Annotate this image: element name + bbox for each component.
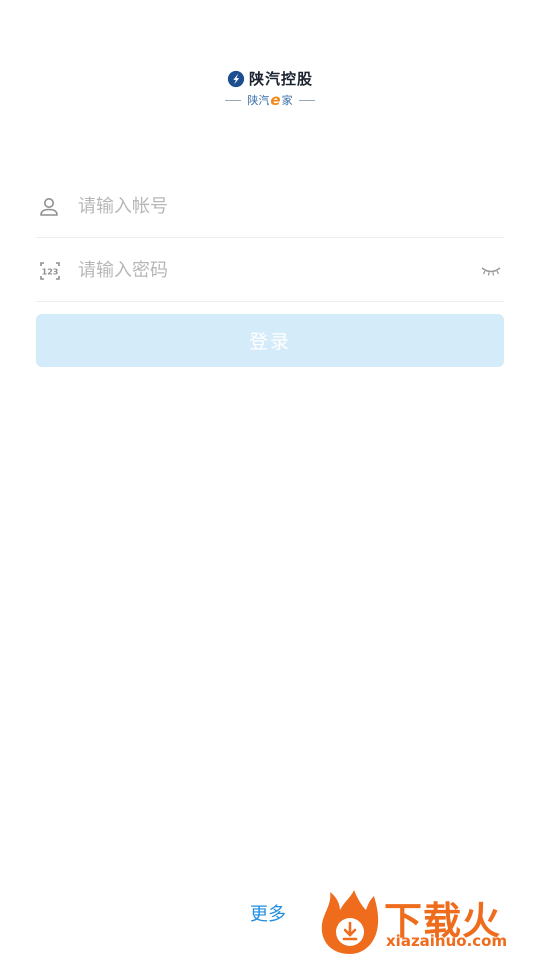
eye-closed-icon[interactable]: [480, 265, 502, 277]
logo-subtitle: 陕汽 e 家: [225, 91, 315, 109]
logo-subtitle-suffix: 家: [281, 94, 293, 107]
logo-divider-right: [298, 99, 315, 101]
logo-subtitle-text: 陕汽 e 家: [247, 91, 292, 109]
more-link[interactable]: 更多: [250, 900, 286, 926]
logo-title: 陕汽控股: [248, 70, 313, 88]
watermark: 下载火 xiazaihuo.com: [318, 888, 538, 956]
logo-subtitle-e: e: [270, 91, 281, 109]
logo-subtitle-prefix: 陕汽: [247, 94, 270, 107]
watermark-subtitle: xiazaihuo.com: [386, 932, 508, 950]
svg-text:123: 123: [42, 267, 59, 276]
account-field[interactable]: [36, 176, 504, 238]
password-field[interactable]: 123: [36, 240, 504, 302]
logo-divider-left: [225, 99, 242, 101]
password-input[interactable]: [76, 259, 460, 282]
logo-row: 陕汽控股: [227, 68, 313, 89]
shaanxi-logo-icon: [227, 70, 245, 87]
login-button[interactable]: 登录: [36, 314, 504, 367]
user-icon: [38, 193, 66, 221]
flame-logo-icon: [321, 890, 379, 954]
app-logo: 陕汽控股 陕汽 e 家: [0, 68, 540, 109]
account-input[interactable]: [76, 195, 460, 218]
numeric-keyboard-icon: 123: [38, 257, 66, 285]
